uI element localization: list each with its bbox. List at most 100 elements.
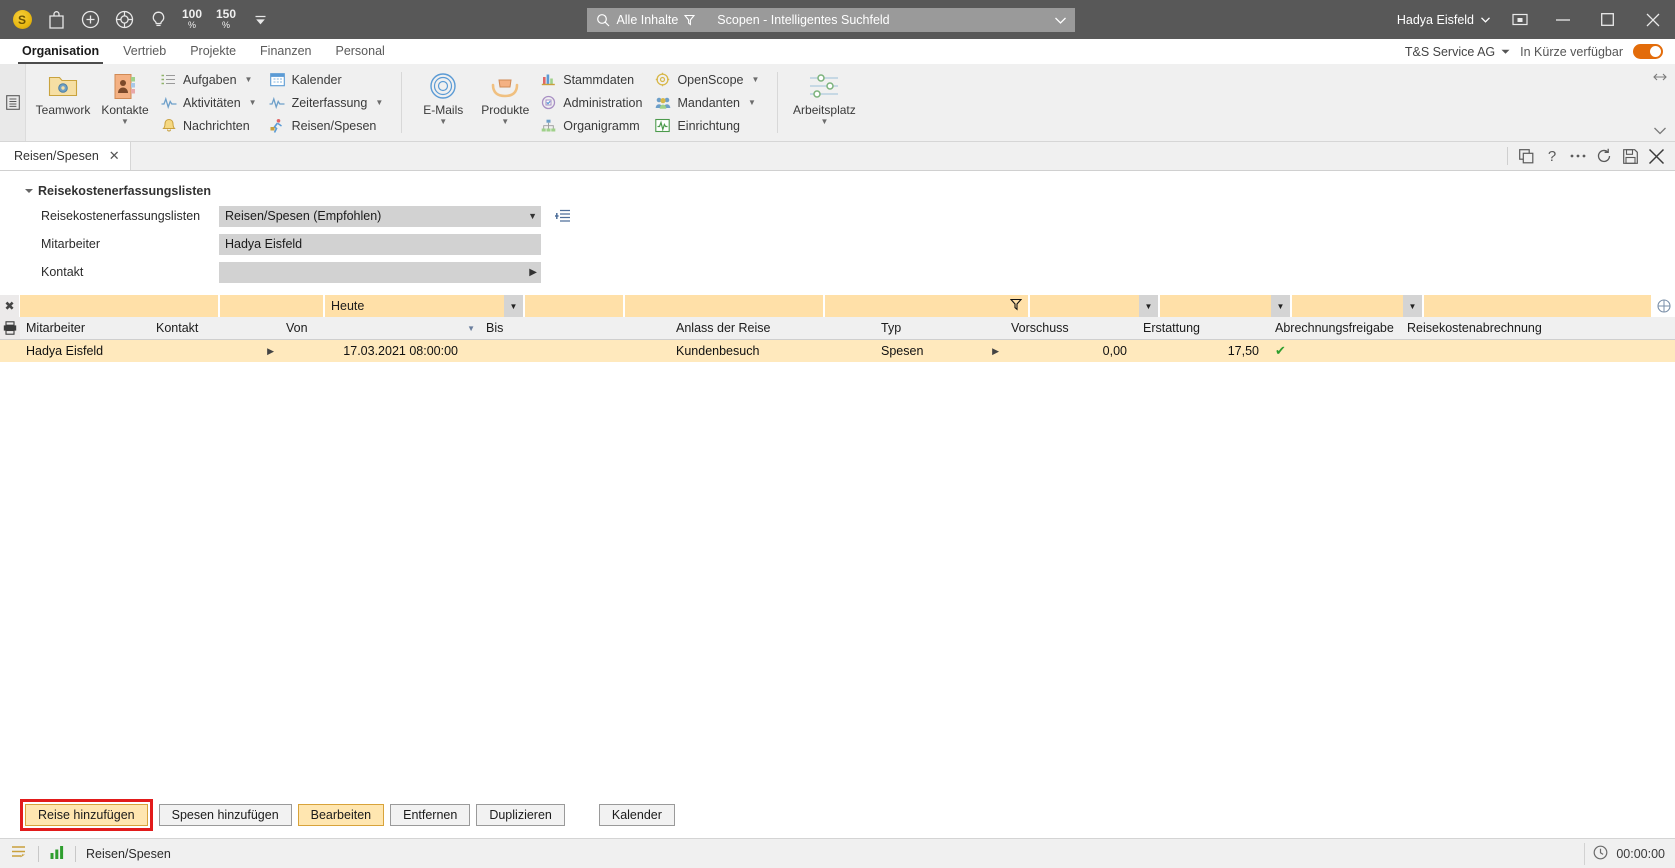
workflow-icon[interactable] [10,843,28,864]
clear-filter-icon[interactable]: ✖ [0,295,20,317]
clock-icon[interactable] [1593,845,1608,863]
printer-icon[interactable] [0,317,20,339]
chevron-down-icon[interactable]: ▼ [501,118,509,126]
zoom-100-button[interactable]: 100% [176,5,208,35]
more-options-icon[interactable] [1565,142,1591,170]
ribbon-tab-finanzen[interactable]: Finanzen [248,39,323,64]
ribbon-button-administration[interactable]: Administration [536,91,650,114]
global-search-bar[interactable]: Alle Inhalte Scopen - Intelligentes Such… [587,7,1076,32]
spesen-hinzufuegen-button[interactable]: Spesen hinzufügen [158,804,292,826]
mitarbeiter-input[interactable]: Hadya Eisfeld [219,233,541,255]
maximize-button[interactable] [1585,0,1630,39]
ribbon-tab-organisation[interactable]: Organisation [10,39,111,64]
grid-column-vorschuss[interactable]: Vorschuss [1005,317,1137,339]
chevron-down-icon[interactable]: ▼ [245,75,253,84]
bearbeiten-button[interactable]: Bearbeiten [297,804,385,826]
lightbulb-icon[interactable] [142,5,174,35]
plus-circle-icon[interactable] [74,5,106,35]
search-scope-selector[interactable]: Alle Inhalte [587,13,703,27]
minimize-button[interactable] [1540,0,1585,39]
filter-cell-vorschuss[interactable]: ▼ [1030,295,1160,317]
lookup-arrow-icon[interactable]: ▶ [992,346,999,357]
expand-collapse-icon[interactable] [25,189,33,193]
filter-dropdown-button[interactable]: ▼ [1271,295,1290,317]
chevron-down-icon[interactable]: ▼ [439,118,447,126]
duplicate-window-icon[interactable] [1513,142,1539,170]
ribbon-customize-icon[interactable] [1653,70,1667,89]
chevron-down-icon[interactable]: ▼ [748,98,756,107]
app-logo-icon[interactable]: S [6,5,38,35]
grid-column-von[interactable]: Von ▼ [280,317,480,339]
grid-column-anlass[interactable]: Anlass der Reise [670,317,875,339]
lookup-arrow-icon[interactable]: ▶ [529,267,537,278]
lifebuoy-icon[interactable] [108,5,140,35]
filter-cell-typ[interactable] [825,295,1030,317]
filter-dropdown-button[interactable]: ▼ [1139,295,1158,317]
reise-hinzufuegen-button[interactable]: Reise hinzufügen [25,804,148,826]
ribbon-button-mandanten[interactable]: Mandanten ▼ [650,91,767,114]
bar-chart-icon[interactable] [49,844,65,863]
ribbon-button-aufgaben[interactable]: Aufgaben ▼ [156,68,265,91]
help-icon[interactable]: ? [1539,142,1565,170]
lookup-arrow-icon[interactable]: ▶ [267,346,274,357]
ribbon-button-zeiterfassung[interactable]: Zeiterfassung ▼ [265,91,392,114]
filter-cell-kontakt[interactable] [220,295,325,317]
chevron-down-icon[interactable]: ▼ [528,211,537,221]
duplizieren-button[interactable]: Duplizieren [476,804,565,826]
grid-column-reisekostenabrechnung[interactable]: Reisekostenabrechnung [1401,317,1675,339]
ribbon-button-produkte[interactable]: Produkte ▼ [474,64,536,141]
filter-cell-reisekostenabrechnung[interactable] [1424,295,1653,317]
save-icon[interactable] [1617,142,1643,170]
search-dropdown-icon[interactable] [1055,13,1075,27]
ribbon-button-teamwork[interactable]: Teamwork [32,64,94,141]
reisekostenerfassungslisten-dropdown[interactable]: Reisen/Spesen (Empfohlen) ▼ [219,205,541,227]
ribbon-button-reisen-spesen[interactable]: Reisen/Spesen [265,114,392,137]
chevron-down-icon[interactable]: ▼ [375,98,383,107]
document-tab-reisen-spesen[interactable]: Reisen/Spesen ✕ [0,142,131,170]
chevron-down-icon[interactable]: ▼ [249,98,257,107]
chevron-down-icon[interactable]: ▼ [820,118,828,126]
close-button[interactable] [1630,0,1675,39]
filter-cell-mitarbeiter[interactable] [20,295,220,317]
grid-column-mitarbeiter[interactable]: Mitarbeiter [20,317,150,339]
ribbon-button-organigramm[interactable]: Organigramm [536,114,650,137]
ribbon-button-stammdaten[interactable]: Stammdaten [536,68,650,91]
chevron-down-icon[interactable] [244,5,276,35]
grid-column-kontakt[interactable]: Kontakt [150,317,280,339]
filter-cell-erstattung[interactable]: ▼ [1160,295,1292,317]
filter-funnel-icon[interactable] [1009,298,1023,314]
filter-cell-abrechnungsfreigabe[interactable]: ▼ [1292,295,1424,317]
kontakt-lookup[interactable]: ▶ [219,261,541,283]
filter-cell-von[interactable]: Heute ▼ [325,295,525,317]
user-menu[interactable]: Hadya Eisfeld [1387,13,1500,27]
restore-down-button[interactable] [1500,0,1540,39]
ribbon-button-kalender[interactable]: Kalender [265,68,392,91]
ribbon-button-nachrichten[interactable]: Nachrichten [156,114,265,137]
ribbon-tab-personal[interactable]: Personal [323,39,396,64]
ribbon-button-kontakte[interactable]: Kontakte ▼ [94,64,156,141]
ribbon-button-arbeitsplatz[interactable]: Arbeitsplatz ▼ [788,64,860,141]
ribbon-button-emails[interactable]: E-Mails ▼ [412,64,474,141]
refresh-icon[interactable] [1591,142,1617,170]
ribbon-collapse-icon[interactable] [1654,127,1666,137]
filter-dropdown-button[interactable]: ▼ [504,295,523,317]
list-settings-icon[interactable] [555,208,571,224]
grid-column-abrechnungsfreigabe[interactable]: Abrechnungsfreigabe [1269,317,1401,339]
bag-icon[interactable] [40,5,72,35]
ribbon-button-einrichtung[interactable]: Einrichtung [650,114,767,137]
grid-column-bis[interactable]: Bis [480,317,670,339]
close-document-icon[interactable] [1643,142,1669,170]
table-row[interactable]: Hadya Eisfeld ▶ 17.03.2021 08:00:00 Kund… [0,340,1675,362]
grid-column-typ[interactable]: Typ [875,317,1005,339]
ribbon-button-openscope[interactable]: OpenScope ▼ [650,68,767,91]
close-icon[interactable]: ✕ [109,148,120,164]
filter-cell-anlass[interactable] [625,295,825,317]
chevron-down-icon[interactable]: ▼ [751,75,759,84]
section-header[interactable]: Reisekostenerfassungslisten [0,171,1675,204]
ribbon-tab-projekte[interactable]: Projekte [178,39,248,64]
search-input[interactable]: Scopen - Intelligentes Suchfeld [703,13,1055,27]
filter-dropdown-button[interactable]: ▼ [1403,295,1422,317]
ribbon-navigation-pane-toggle[interactable] [0,64,26,141]
ribbon-button-aktivitaeten[interactable]: Aktivitäten ▼ [156,91,265,114]
zoom-150-button[interactable]: 150% [210,5,242,35]
